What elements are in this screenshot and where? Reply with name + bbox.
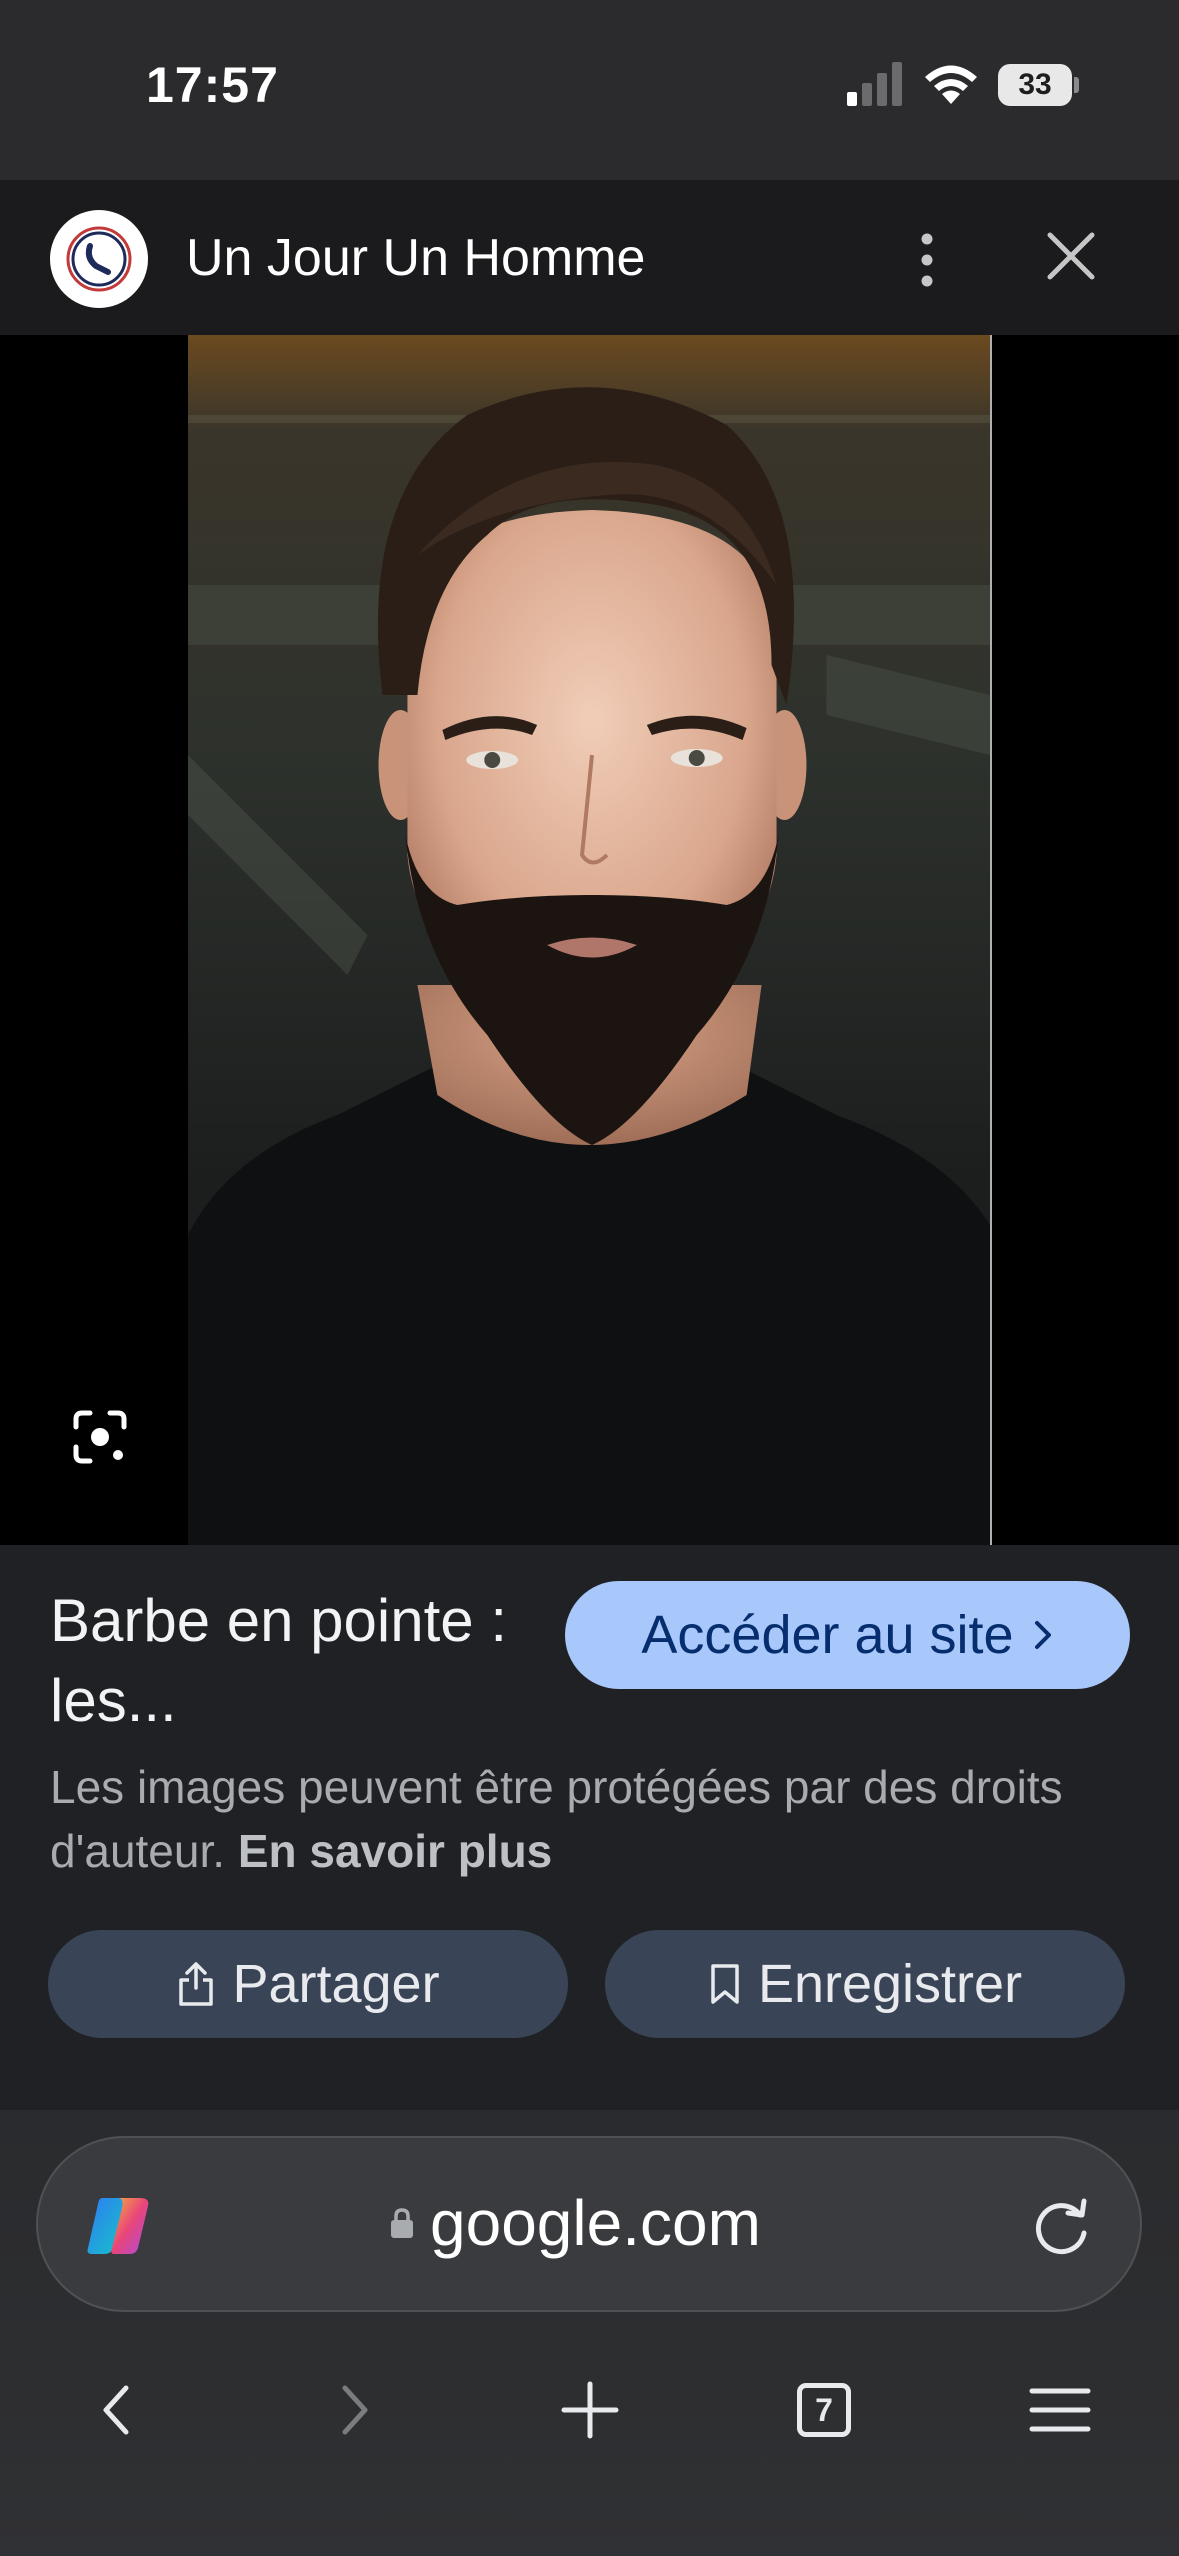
new-tab-icon (561, 2381, 619, 2439)
chevron-right-icon (1034, 1621, 1051, 1649)
portrait-photo[interactable] (188, 335, 992, 1545)
save-label: Enregistrer (757, 1954, 1023, 2014)
forward-icon (342, 2385, 368, 2435)
site-logo-icon[interactable] (50, 210, 148, 308)
browser-nav-row: 7 (0, 2360, 1179, 2460)
visit-site-label: Accéder au site (641, 1605, 1014, 1665)
battery-level: 33 (998, 64, 1072, 106)
more-vert-icon[interactable] (905, 225, 949, 295)
url-text: google.com (430, 2187, 761, 2259)
copyright-notice: Les images peuvent être protégées par de… (50, 1755, 1140, 1883)
forward-button[interactable] (315, 2370, 395, 2450)
lock-icon (391, 2208, 413, 2238)
image-title[interactable]: Barbe en pointe : les... (50, 1581, 530, 1741)
image-info-panel: Barbe en pointe : les... Accéder au site… (0, 1545, 1179, 2110)
share-button[interactable]: Partager (48, 1930, 568, 2038)
wifi-icon (925, 65, 977, 104)
learn-more-link[interactable]: En savoir plus (238, 1825, 552, 1877)
bookmark-icon (711, 1964, 739, 2004)
share-label: Partager (232, 1954, 440, 2014)
reload-icon[interactable] (1028, 2193, 1094, 2259)
image-viewer (0, 335, 1179, 1545)
copyright-text: Les images peuvent être protégées par de… (50, 1761, 1063, 1877)
battery-tip (1074, 77, 1079, 93)
tabs-button[interactable]: 7 (784, 2370, 864, 2450)
menu-icon (1029, 2388, 1091, 2432)
back-button[interactable] (76, 2370, 156, 2450)
battery-icon: 33 (998, 64, 1079, 106)
share-icon (179, 1962, 214, 2006)
address-bar[interactable]: google.com (36, 2136, 1142, 2312)
site-title[interactable]: Un Jour Un Homme (186, 228, 645, 288)
status-time: 17:57 (146, 57, 279, 113)
new-tab-button[interactable] (550, 2370, 630, 2450)
signal-icon (847, 62, 902, 106)
browser-bottom-bar: google.com 7 (0, 2110, 1179, 2556)
copilot-icon[interactable] (84, 2194, 154, 2258)
back-icon (103, 2385, 129, 2435)
tabs-icon: 7 (797, 2383, 851, 2437)
lens-icon[interactable] (68, 1405, 132, 1469)
status-bar: 17:57 33 (0, 0, 1179, 180)
visit-site-button[interactable]: Accéder au site (565, 1581, 1130, 1689)
save-button[interactable]: Enregistrer (605, 1930, 1125, 2038)
menu-button[interactable] (1020, 2370, 1100, 2450)
url-display[interactable]: google.com (388, 2186, 761, 2260)
close-icon[interactable] (1040, 225, 1102, 287)
header: Un Jour Un Homme (0, 180, 1179, 335)
